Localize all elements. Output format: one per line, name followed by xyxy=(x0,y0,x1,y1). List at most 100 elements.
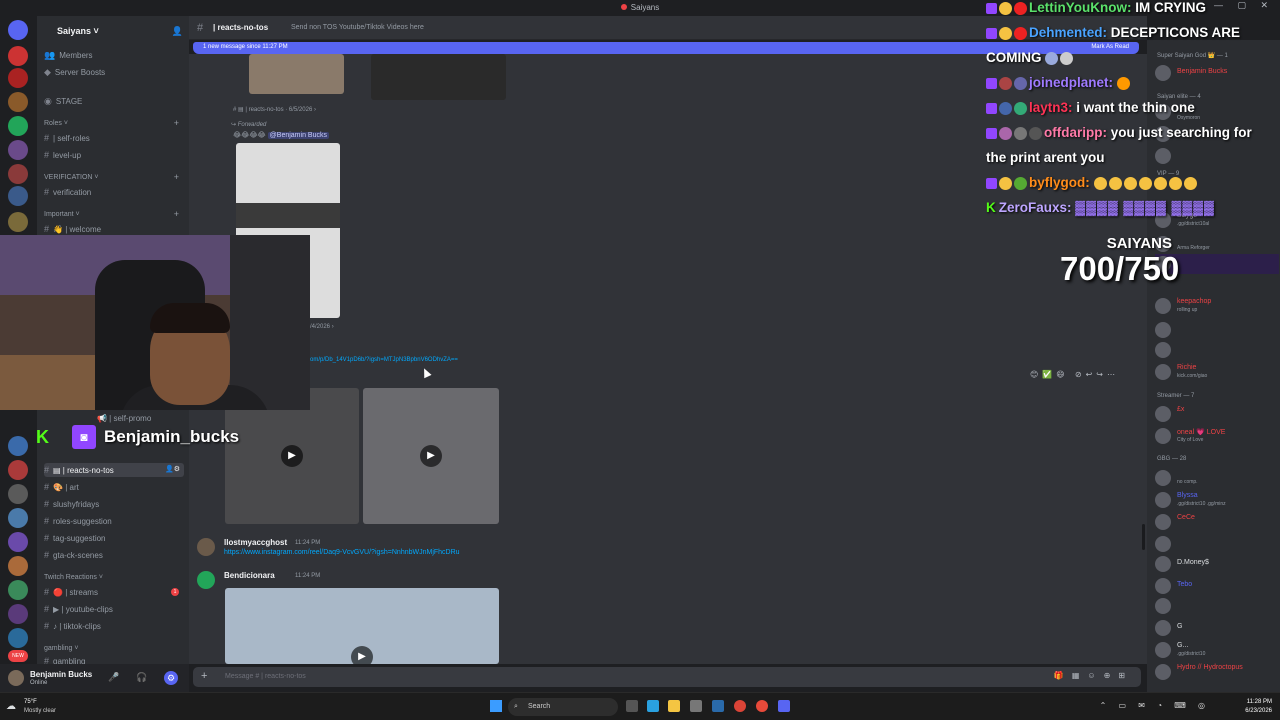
member-item[interactable]: Blyssa .gg/district10 .gg/minz xyxy=(1155,490,1279,510)
add-channel-icon[interactable]: + xyxy=(174,209,179,219)
avatar[interactable] xyxy=(197,538,215,556)
server-icon[interactable] xyxy=(8,92,28,112)
chrome-icon[interactable] xyxy=(734,700,746,712)
member-item[interactable]: £x xyxy=(1155,404,1279,424)
video-attachment[interactable]: ▶ xyxy=(225,588,499,664)
channel-roles-suggestion[interactable]: # roles-suggestion xyxy=(44,514,112,528)
clock[interactable]: 11:28 PM 6/23/2026 xyxy=(1245,698,1272,716)
edge-icon[interactable] xyxy=(647,700,659,712)
search-box[interactable]: ⌕ Search xyxy=(508,698,618,716)
member-item[interactable]: G xyxy=(1155,618,1279,638)
add-user-icon[interactable]: 👤 xyxy=(172,26,183,37)
member-item[interactable]: Tebo xyxy=(1155,576,1279,596)
member-item[interactable]: CeCe xyxy=(1155,512,1279,532)
server-icon[interactable] xyxy=(8,186,28,206)
gear-icon[interactable]: ⚙ xyxy=(164,671,178,685)
channel-self-roles[interactable]: # | self-roles xyxy=(44,131,90,145)
task-view-icon[interactable] xyxy=(626,700,638,712)
instagram-link[interactable]: om/p/Db_14V1pD6b/?igsh=MTJpN3BpbnV6ODhvZ… xyxy=(310,357,458,363)
play-icon[interactable]: ▶ xyxy=(281,445,303,467)
video-attachment[interactable]: ▶ xyxy=(363,388,499,524)
weather-desc[interactable]: Mostly clear xyxy=(24,708,56,714)
server-icon[interactable] xyxy=(8,212,28,232)
category-important[interactable]: Important ˅ xyxy=(44,211,80,218)
server-icon[interactable] xyxy=(8,580,28,600)
message-composer[interactable]: + Message # | reacts-no-tos 🎁▦☺⊕⊞ xyxy=(193,667,1141,687)
app-icon[interactable] xyxy=(756,700,768,712)
channel-tiktok-clips[interactable]: # ♪ | tiktok-clips xyxy=(44,619,101,633)
server-name[interactable]: Saiyans ˅ xyxy=(37,20,189,42)
forward-date[interactable]: /4/2026 › xyxy=(310,324,334,330)
member-item[interactable] xyxy=(1155,340,1279,360)
member-item[interactable] xyxy=(1155,596,1279,616)
discord-icon[interactable] xyxy=(778,700,790,712)
server-icon[interactable] xyxy=(8,164,28,184)
members-link[interactable]: 👥 Members xyxy=(44,48,93,62)
member-item[interactable] xyxy=(1155,534,1279,554)
add-channel-icon[interactable]: + xyxy=(174,118,179,128)
stage-channel[interactable]: ◉ STAGE xyxy=(44,94,82,108)
weather-temp[interactable]: 75°F xyxy=(24,699,37,705)
system-tray[interactable]: ⌃ ▭ ✉ ◔ ⌨ ◎ xyxy=(1100,701,1210,710)
server-icon[interactable] xyxy=(8,556,28,576)
play-icon[interactable]: ▶ xyxy=(420,445,442,467)
settings-icon[interactable] xyxy=(690,700,702,712)
folder-icon[interactable] xyxy=(668,700,680,712)
channel-welcome[interactable]: # 👋 | welcome xyxy=(44,222,101,236)
add-channel-icon[interactable]: + xyxy=(174,172,179,182)
member-item[interactable]: D.Money$ xyxy=(1155,554,1279,574)
channel-streams[interactable]: # 🔴 | streams xyxy=(44,585,98,599)
play-icon[interactable]: ▶ xyxy=(351,646,373,664)
microphone-icon[interactable]: 🎤 xyxy=(108,672,119,683)
start-icon[interactable] xyxy=(490,700,502,712)
image-attachment[interactable] xyxy=(371,54,506,100)
message-actions[interactable]: 😊✅😄 ⊘↩↪⋯ xyxy=(1030,370,1119,379)
channel-youtube-clips[interactable]: # ▶ | youtube-clips xyxy=(44,602,113,616)
server-icon[interactable] xyxy=(8,532,28,552)
channel-self-promo[interactable]: 📢 | self-promo xyxy=(97,412,151,426)
scrollbar[interactable] xyxy=(1142,524,1145,550)
instagram-link[interactable]: https://www.instagram.com/reel/Daq9-VcvG… xyxy=(224,549,460,556)
home-icon[interactable] xyxy=(8,20,28,40)
channel-tag-suggestion[interactable]: # tag-suggestion xyxy=(44,531,106,545)
server-icon[interactable] xyxy=(8,460,28,480)
channel-reacts-no-tos[interactable]: # ▤ | reacts-no-tos 👤⚙ xyxy=(44,463,184,477)
member-item[interactable] xyxy=(1155,320,1279,340)
message-input[interactable]: Message # | reacts-no-tos xyxy=(225,673,306,680)
member-item[interactable]: no comp. xyxy=(1155,468,1279,488)
message-author[interactable]: llostmyaccghost xyxy=(224,538,287,547)
channel-gambling[interactable]: # gambling xyxy=(44,654,85,664)
member-item[interactable]: Richie kick.com/giao xyxy=(1155,362,1279,382)
category-verification[interactable]: VERIFICATION ˅ xyxy=(44,174,99,181)
app-icon[interactable] xyxy=(712,700,724,712)
server-icon[interactable] xyxy=(8,116,28,136)
server-icon[interactable] xyxy=(8,628,28,648)
channel-art[interactable]: # 🎨 | art xyxy=(44,480,79,494)
member-item[interactable]: G... .gg/district10 xyxy=(1155,640,1279,660)
server-icon[interactable] xyxy=(8,604,28,624)
mention[interactable]: @Benjamin Bucks xyxy=(267,132,329,139)
member-item[interactable]: Hydro // Hydroctopus xyxy=(1155,662,1279,682)
member-item[interactable]: keepachop rolling up xyxy=(1155,296,1279,316)
server-icon[interactable] xyxy=(8,68,28,88)
channel-verification[interactable]: # verification xyxy=(44,185,91,199)
channel-level-up[interactable]: # level-up xyxy=(44,148,81,162)
image-attachment[interactable] xyxy=(249,54,344,94)
server-icon[interactable] xyxy=(8,484,28,504)
server-boosts-link[interactable]: ◆ Server Boosts xyxy=(44,65,105,79)
server-icon[interactable] xyxy=(8,508,28,528)
member-item[interactable]: oneal 💗 LOVE City of Love xyxy=(1155,426,1279,446)
reply-channel[interactable]: # ▤ | reacts-no-tos · 6/5/2026 › xyxy=(233,106,316,113)
settings-icon[interactable]: 👤⚙ xyxy=(165,463,180,477)
server-icon[interactable] xyxy=(8,140,28,160)
avatar[interactable] xyxy=(8,670,24,686)
channel-slushyfridays[interactable]: # slushyfridays xyxy=(44,497,99,511)
category-twitch-reactions[interactable]: Twitch Reactions ˅ xyxy=(44,574,103,581)
server-icon[interactable] xyxy=(8,436,28,456)
composer-tools[interactable]: 🎁▦☺⊕⊞ xyxy=(1054,671,1133,680)
avatar[interactable] xyxy=(197,571,215,589)
server-icon[interactable] xyxy=(8,46,28,66)
category-gambling[interactable]: gambling ˅ xyxy=(44,645,78,652)
message-author[interactable]: Bendicionara xyxy=(224,571,275,580)
attach-icon[interactable]: + xyxy=(201,670,207,682)
